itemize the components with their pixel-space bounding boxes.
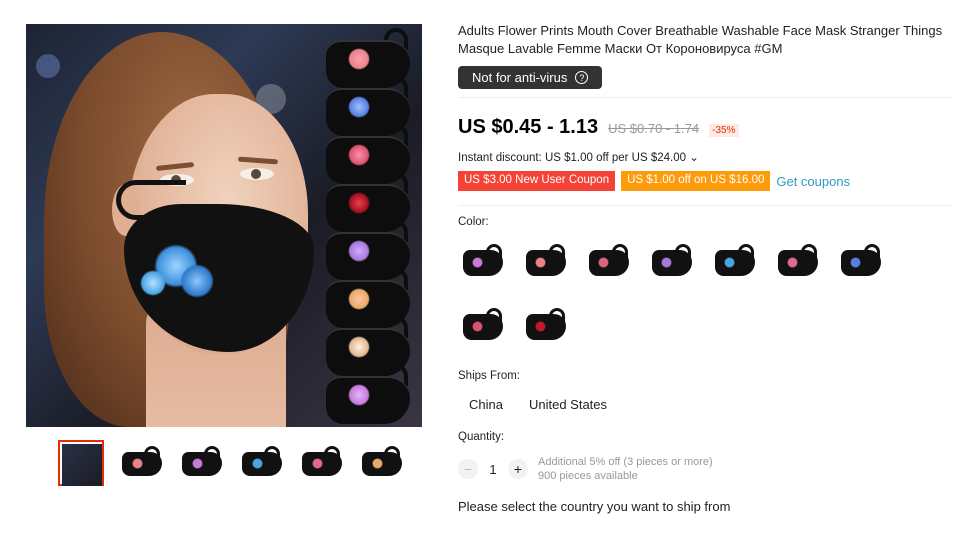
thumbnail-4[interactable] bbox=[238, 440, 284, 486]
decrease-button[interactable]: − bbox=[458, 459, 478, 479]
divider bbox=[458, 97, 952, 98]
store-coupon[interactable]: US $1.00 off on US $16.00 bbox=[621, 171, 771, 191]
mask-variant-stack bbox=[318, 28, 418, 427]
badge-label: Not for anti-virus bbox=[472, 70, 568, 85]
thumbnail-6[interactable] bbox=[358, 440, 404, 486]
instant-discount[interactable]: Instant discount: US $1.00 off per US $2… bbox=[458, 150, 958, 164]
thumbnail-strip bbox=[58, 440, 404, 486]
not-anti-virus-badge[interactable]: Not for anti-virus ? bbox=[458, 66, 603, 89]
product-info: Adults Flower Prints Mouth Cover Breatha… bbox=[458, 22, 958, 514]
price: US $0.45 - 1.13 bbox=[458, 116, 599, 138]
color-swatch-6[interactable] bbox=[776, 242, 819, 285]
ships-from-label: Ships From: bbox=[458, 370, 520, 382]
bulk-discount-note: Additional 5% off (3 pieces or more) bbox=[538, 456, 713, 468]
select-country-message: Please select the country you want to sh… bbox=[458, 499, 731, 514]
color-swatch-8[interactable] bbox=[461, 306, 504, 349]
color-swatch-9[interactable] bbox=[524, 306, 567, 349]
color-swatch-1[interactable] bbox=[461, 242, 504, 285]
quantity-stepper: − 1 + Additional 5% off (3 pieces or mor… bbox=[458, 455, 958, 483]
divider bbox=[458, 205, 952, 206]
help-icon[interactable]: ? bbox=[575, 71, 589, 84]
ship-option-united-states[interactable]: United States bbox=[518, 392, 618, 417]
main-product-image bbox=[26, 24, 422, 427]
quantity-label: Quantity: bbox=[458, 431, 505, 443]
thumbnail-3[interactable] bbox=[178, 440, 224, 486]
thumbnail-2[interactable] bbox=[118, 440, 164, 486]
increase-button[interactable]: + bbox=[508, 459, 528, 479]
product-title: Adults Flower Prints Mouth Cover Breatha… bbox=[458, 23, 943, 56]
color-label: Color: bbox=[458, 216, 489, 228]
stock-note: 900 pieces available bbox=[538, 470, 638, 482]
price-row: US $0.45 - 1.13 US $0.70 - 1.74 -35% bbox=[458, 116, 958, 139]
quantity-note: Additional 5% off (3 pieces or more) 900… bbox=[538, 455, 713, 483]
original-price: US $0.70 - 1.74 bbox=[608, 121, 700, 136]
thumbnail-1[interactable] bbox=[58, 440, 104, 486]
thumbnail-5[interactable] bbox=[298, 440, 344, 486]
color-swatch-2[interactable] bbox=[524, 242, 567, 285]
color-swatch-7[interactable] bbox=[839, 242, 882, 285]
new-user-coupon[interactable]: US $3.00 New User Coupon bbox=[458, 171, 616, 191]
discount-badge: -35% bbox=[709, 124, 739, 137]
ships-from-options: China United States bbox=[458, 392, 958, 417]
get-coupons-link[interactable]: Get coupons bbox=[776, 174, 850, 189]
ship-option-china[interactable]: China bbox=[458, 392, 514, 417]
color-swatch-3[interactable] bbox=[587, 242, 630, 285]
quantity-value[interactable]: 1 bbox=[478, 462, 508, 477]
coupon-row: US $3.00 New User Coupon US $1.00 off on… bbox=[458, 171, 958, 191]
color-swatch-4[interactable] bbox=[650, 242, 693, 285]
color-swatch-5[interactable] bbox=[713, 242, 756, 285]
color-swatches bbox=[461, 242, 921, 349]
